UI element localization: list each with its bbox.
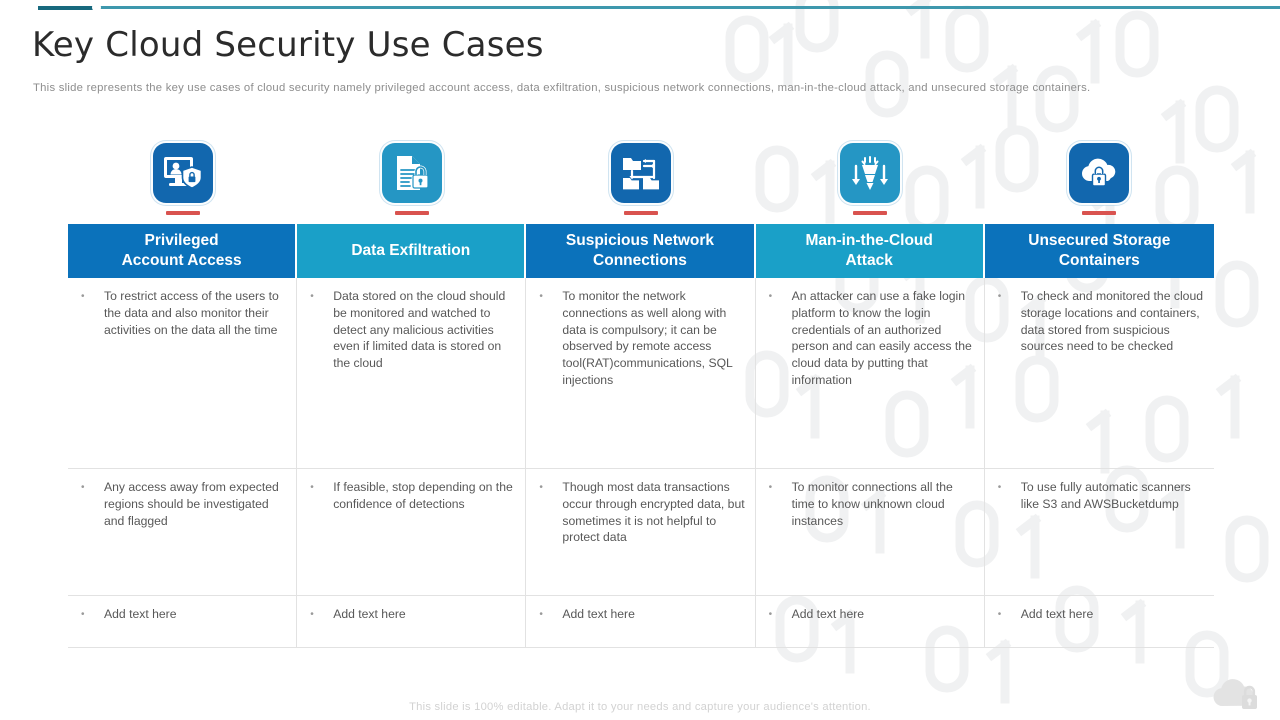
table-row: • Any access away from expected regions … bbox=[68, 468, 1214, 595]
bullet-icon: • bbox=[539, 609, 543, 620]
bullet-icon: • bbox=[768, 291, 773, 302]
icon-underline-4 bbox=[853, 211, 888, 215]
column-header-unsecured-storage-containers[interactable]: Unsecured Storage Containers bbox=[984, 224, 1214, 278]
icon-cell-privileged-account-access bbox=[68, 143, 297, 223]
top-accent-bar-light bbox=[100, 6, 1280, 9]
bullet-text: Any access away from expected regions sh… bbox=[104, 480, 279, 528]
icon-tile-3 bbox=[610, 143, 671, 203]
monitor-user-shield-icon bbox=[163, 157, 202, 189]
table-row: • Add text here • Add text here • Add te… bbox=[68, 595, 1214, 648]
icon-tile-4 bbox=[840, 143, 901, 203]
table-row: • To restrict access of the users to the… bbox=[68, 278, 1214, 468]
column-header-line1: Unsecured Storage bbox=[1028, 232, 1171, 250]
bullet-icon: • bbox=[81, 482, 85, 493]
slide-canvas: Key Cloud Security Use Cases This slide … bbox=[0, 0, 1280, 720]
column-header-privileged-account-access[interactable]: Privileged Account Access bbox=[68, 224, 298, 278]
bullet-text: If feasible, stop depending on the confi… bbox=[333, 480, 513, 511]
table-cell[interactable]: • To monitor connections all the time to… bbox=[755, 468, 985, 595]
icon-tile-2 bbox=[381, 143, 442, 203]
icon-underline-1 bbox=[165, 211, 200, 215]
bullet-text: To check and monitored the cloud storage… bbox=[1020, 289, 1203, 354]
table-cell[interactable]: • Add text here bbox=[297, 595, 527, 648]
icon-tile-1 bbox=[152, 143, 213, 203]
bullet-icon: • bbox=[768, 609, 773, 620]
table-header-row: Privileged Account Access Data Exfiltrat… bbox=[68, 224, 1214, 278]
use-cases-table: Privileged Account Access Data Exfiltrat… bbox=[68, 224, 1214, 648]
cloud-lock-watermark-icon bbox=[1213, 679, 1257, 709]
bullet-text: Add text here bbox=[562, 607, 635, 621]
bullet-icon: • bbox=[997, 609, 1002, 620]
column-header-suspicious-network-connections[interactable]: Suspicious Network Connections bbox=[526, 224, 756, 278]
icon-cell-data-exfiltration bbox=[297, 143, 526, 223]
bullet-text: To monitor connections all the time to k… bbox=[791, 480, 953, 528]
column-header-line1: Man-in-the-Cloud bbox=[805, 232, 933, 250]
table-cell[interactable]: • To check and monitored the cloud stora… bbox=[985, 278, 1214, 468]
icon-underline-5 bbox=[1082, 211, 1117, 215]
column-header-line1: Privileged bbox=[144, 232, 219, 250]
network-folder-connections-icon bbox=[622, 158, 659, 190]
icon-underline-2 bbox=[394, 211, 429, 215]
column-header-man-in-the-cloud-attack[interactable]: Man-in-the-Cloud Attack bbox=[755, 224, 985, 278]
icon-cell-man-in-the-cloud-attack bbox=[756, 143, 985, 223]
column-header-line1: Suspicious Network bbox=[565, 232, 715, 250]
bullet-text: Add text here bbox=[104, 607, 177, 621]
column-header-line1: Data Exfiltration bbox=[351, 242, 471, 260]
icon-cell-suspicious-network-connections bbox=[526, 143, 755, 223]
column-header-line2: Containers bbox=[1058, 252, 1140, 269]
bullet-text: To monitor the network connections as we… bbox=[562, 289, 733, 387]
icon-row bbox=[68, 143, 1214, 223]
bullet-text: An attacker can use a fake login platfor… bbox=[791, 289, 972, 387]
icon-cell-unsecured-storage-containers bbox=[985, 143, 1214, 223]
top-accent-dot bbox=[92, 3, 101, 12]
bullet-text: Add text here bbox=[333, 607, 406, 621]
bullet-text: Add text here bbox=[791, 607, 865, 621]
table-cell[interactable]: • Add text here bbox=[68, 595, 298, 648]
icon-tile-5 bbox=[1069, 143, 1130, 203]
footer-logo bbox=[1208, 678, 1264, 714]
table-cell[interactable]: • Data stored on the cloud should be mon… bbox=[297, 278, 527, 468]
bullet-text: Add text here bbox=[1020, 607, 1094, 621]
bullet-icon: • bbox=[768, 482, 773, 493]
footer-note: This slide is 100% editable. Adapt it to… bbox=[409, 701, 871, 713]
table-cell[interactable]: • To monitor the network connections as … bbox=[526, 278, 756, 468]
column-header-data-exfiltration[interactable]: Data Exfiltration bbox=[297, 224, 527, 278]
bullet-text: To restrict access of the users to the d… bbox=[104, 289, 279, 337]
table-cell[interactable]: • An attacker can use a fake login platf… bbox=[756, 278, 985, 468]
table-cell[interactable]: • Though most data transactions occur th… bbox=[526, 468, 756, 595]
table-cell[interactable]: • Add text here bbox=[755, 595, 985, 648]
bullet-icon: • bbox=[539, 291, 543, 302]
icon-underline-3 bbox=[623, 211, 658, 215]
page-subtitle: This slide represents the key use cases … bbox=[33, 82, 1091, 94]
column-header-line2: Account Access bbox=[121, 252, 242, 269]
bullet-icon: • bbox=[310, 609, 314, 620]
bullet-icon: • bbox=[81, 291, 85, 302]
column-header-line2: Connections bbox=[593, 252, 687, 269]
table-cell[interactable]: • Any access away from expected regions … bbox=[68, 468, 298, 595]
bullet-icon: • bbox=[997, 291, 1002, 302]
virus-download-arrows-icon bbox=[852, 156, 889, 190]
bullet-text: To use fully automatic scanners like S3 … bbox=[1020, 480, 1191, 511]
bullet-icon: • bbox=[81, 609, 85, 620]
table-cell[interactable]: • Add text here bbox=[526, 595, 756, 648]
bullet-text: Though most data transactions occur thro… bbox=[562, 480, 745, 545]
page-title: Key Cloud Security Use Cases bbox=[32, 25, 544, 65]
column-header-line2: Attack bbox=[845, 252, 893, 269]
table-cell[interactable]: • To use fully automatic scanners like S… bbox=[984, 468, 1214, 595]
table-cell[interactable]: • To restrict access of the users to the… bbox=[68, 278, 298, 468]
table-cell[interactable]: • If feasible, stop depending on the con… bbox=[297, 468, 527, 595]
bullet-text: Data stored on the cloud should be monit… bbox=[333, 289, 506, 371]
table-cell[interactable]: • Add text here bbox=[984, 595, 1214, 648]
bullet-icon: • bbox=[310, 482, 314, 493]
bullet-icon: • bbox=[310, 291, 314, 302]
bullet-icon: • bbox=[539, 482, 543, 493]
bullet-icon: • bbox=[997, 482, 1002, 493]
document-lock-icon bbox=[396, 156, 429, 190]
top-accent-bar-dark bbox=[38, 6, 100, 10]
cloud-lock-icon bbox=[1082, 158, 1116, 187]
